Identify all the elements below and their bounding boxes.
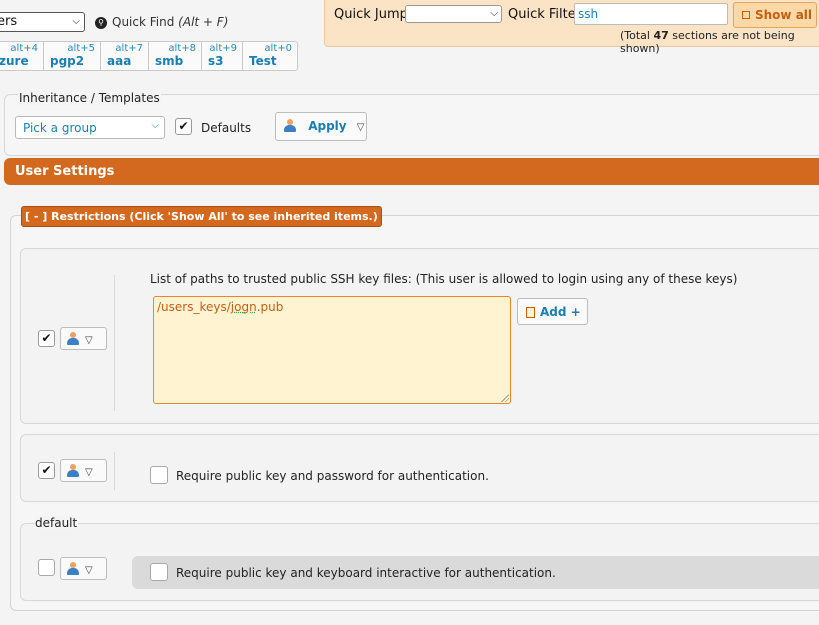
tab-zure[interactable]: alt+4 zure (0, 41, 43, 71)
hidden-sections-note: (Total 47 sections are not being shown) (620, 29, 819, 55)
divider (114, 275, 115, 411)
tab-label: aaa (107, 54, 132, 68)
tab-test[interactable]: alt+0 Test (242, 41, 298, 71)
quick-find-label[interactable]: Quick Find (Alt + F) (112, 15, 228, 29)
key-password-label: Require public key and password for auth… (176, 469, 489, 483)
default-label: default (34, 516, 79, 530)
key-keyboard-checkbox[interactable] (150, 563, 168, 581)
tab-shortcut: alt+7 (115, 43, 143, 54)
search-icon[interactable]: ⚲ (95, 17, 107, 29)
key-password-enable-checkbox[interactable]: ✔ (38, 462, 55, 479)
trusted-keys-label: List of paths to trusted public SSH key … (150, 272, 738, 286)
page-select-value: ers (0, 14, 18, 29)
triangle-down-icon: ▽ (85, 335, 93, 346)
tab-label: smb (155, 54, 184, 68)
tab-smb[interactable]: alt+8 smb (148, 41, 201, 71)
quick-find-shortcut: (Alt + F) (178, 15, 229, 29)
inheritance-title: Inheritance / Templates (18, 91, 161, 105)
page-select[interactable]: ers ⌵ (0, 12, 85, 32)
trusted-keys-checkbox[interactable]: ✔ (38, 330, 55, 347)
key-password-inherit-button[interactable]: ▽ (60, 459, 107, 482)
tab-label: pgp2 (50, 54, 85, 68)
user-icon (284, 119, 296, 132)
path-spellcheck: ogn (234, 300, 257, 314)
chevron-down-icon: ⌵ (490, 8, 498, 19)
quick-filter-label: Quick Filter (508, 7, 582, 22)
quick-jump-label: Quick Jump: (334, 7, 413, 22)
group-select-value: Pick a group (23, 121, 97, 135)
group-select[interactable]: Pick a group ⌵ (15, 116, 165, 139)
user-icon (67, 464, 79, 477)
triangle-down-icon: ▽ (85, 467, 93, 478)
path-suffix: .pub (256, 300, 284, 314)
quick-filter-input[interactable]: ssh (574, 3, 728, 25)
chevron-down-icon: ⌵ (72, 16, 80, 27)
triangle-down-icon: ▽ (85, 565, 93, 576)
key-keyboard-enable-checkbox[interactable] (38, 559, 55, 576)
triangle-down-icon: ▽ (356, 122, 365, 133)
tab-shortcut: alt+8 (168, 43, 196, 54)
expand-icon (742, 11, 750, 19)
tab-shortcut: alt+5 (67, 43, 95, 54)
tab-label: s3 (208, 54, 224, 68)
key-password-row (20, 434, 819, 502)
tab-shortcut: alt+0 (264, 43, 292, 54)
total-prefix: (Total (620, 29, 654, 42)
divider (114, 452, 115, 490)
tab-s3[interactable]: alt+9 s3 (201, 41, 242, 71)
tab-shortcut: alt+9 (209, 43, 237, 54)
apply-button[interactable]: Apply ▽ (275, 112, 367, 141)
quick-jump-select[interactable]: ⌵ (405, 5, 502, 23)
path-prefix: /users_keys/j (157, 300, 235, 314)
show-all-button[interactable]: Show all (733, 2, 817, 28)
user-icon (67, 562, 79, 575)
show-all-label: Show all (755, 8, 813, 22)
quick-find-text: Quick Find (112, 15, 175, 29)
user-icon (67, 332, 79, 345)
defaults-label: Defaults (201, 121, 252, 135)
document-icon (526, 307, 535, 318)
key-keyboard-label: Require public key and keyboard interact… (176, 566, 556, 580)
tab-label: Test (249, 54, 277, 68)
tab-pgp2[interactable]: alt+5 pgp2 (43, 41, 100, 71)
trusted-keys-textarea[interactable]: /users_keys/jogn.pub (153, 296, 511, 404)
section-tabs: alt+4 zure alt+5 pgp2 alt+7 aaa alt+8 sm… (0, 41, 298, 71)
trusted-keys-inherit-button[interactable]: ▽ (60, 327, 107, 350)
tab-label: zure (0, 54, 29, 68)
key-keyboard-inherit-button[interactable]: ▽ (60, 557, 107, 580)
restrictions-toggle[interactable]: [ - ] Restrictions (Click 'Show All' to … (21, 206, 382, 227)
key-password-checkbox[interactable] (150, 466, 168, 484)
defaults-checkbox[interactable]: ✔ (175, 118, 192, 135)
total-count: 47 (653, 29, 669, 42)
resize-handle[interactable] (501, 394, 509, 402)
apply-label: Apply (308, 119, 347, 133)
tab-aaa[interactable]: alt+7 aaa (100, 41, 148, 71)
user-settings-header[interactable]: User Settings (4, 158, 819, 185)
add-path-button[interactable]: Add + (517, 298, 588, 325)
tab-shortcut: alt+4 (10, 43, 38, 54)
chevron-down-icon: ⌵ (151, 120, 159, 131)
add-label: Add + (540, 305, 581, 319)
